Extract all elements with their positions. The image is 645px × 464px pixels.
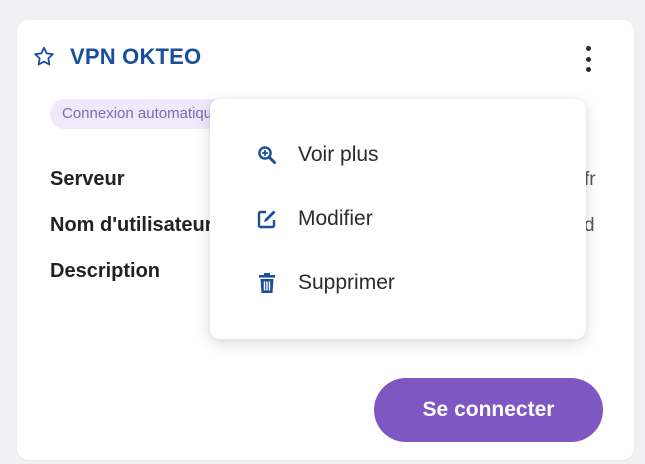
trash-icon (256, 272, 278, 294)
field-value-server: fr (584, 169, 596, 190)
more-options-icon[interactable] (580, 46, 596, 72)
context-menu: Voir plus Modifier Supprimer (210, 99, 586, 339)
menu-item-label: Supprimer (298, 271, 395, 294)
menu-item-edit[interactable]: Modifier (210, 191, 586, 247)
field-label-server: Serveur (50, 168, 125, 190)
menu-item-label: Voir plus (298, 143, 379, 166)
star-icon[interactable] (32, 45, 56, 69)
edit-icon (256, 208, 278, 230)
menu-item-delete[interactable]: Supprimer (210, 255, 586, 311)
connect-button[interactable]: Se connecter (374, 378, 603, 442)
zoom-in-icon (256, 144, 278, 166)
field-label-description: Description (50, 260, 161, 282)
menu-item-label: Modifier (298, 207, 373, 230)
menu-item-view-more[interactable]: Voir plus (210, 127, 586, 183)
card-header: VPN OKTEO (32, 44, 201, 70)
field-label-username: Nom d'utilisateur (50, 214, 213, 236)
card-title: VPN OKTEO (70, 44, 202, 69)
field-value-username: d (584, 215, 595, 236)
